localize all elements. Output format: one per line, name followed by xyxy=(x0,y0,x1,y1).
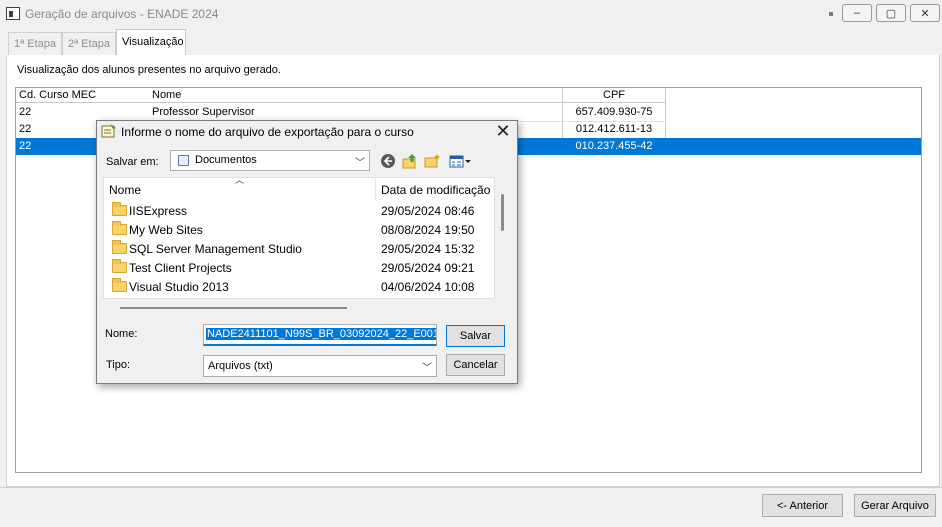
folder-name: SQL Server Management Studio xyxy=(129,242,302,256)
folder-icon xyxy=(112,240,127,254)
back-icon[interactable] xyxy=(379,152,396,169)
horizontal-scrollbar[interactable] xyxy=(120,307,347,309)
dot-icon xyxy=(829,12,833,16)
cell-cpf: 657.409.930-75 xyxy=(575,106,653,118)
cancel-button[interactable]: Cancelar xyxy=(446,354,505,376)
cell-code: 22 xyxy=(19,140,32,152)
view-menu-icon[interactable] xyxy=(449,152,473,169)
column-header-cpf[interactable]: CPF xyxy=(563,88,666,103)
save-in-label: Salvar em: xyxy=(106,156,159,168)
cell-name: Professor Supervisor xyxy=(152,106,255,118)
file-type-value: Arquivos (txt) xyxy=(208,360,273,372)
folder-date: 08/08/2024 19:50 xyxy=(381,223,475,237)
folder-name: Visual Studio 2013 xyxy=(129,280,229,294)
folder-item[interactable]: SQL Server Management Studio 29/05/2024 … xyxy=(109,240,494,259)
column-divider xyxy=(562,103,563,138)
save-button[interactable]: Salvar xyxy=(446,325,505,347)
column-header-name[interactable]: Nome xyxy=(149,88,563,103)
folder-date: 29/05/2024 09:21 xyxy=(381,261,475,275)
save-dialog-icon xyxy=(101,124,116,138)
vertical-scrollbar[interactable] xyxy=(501,194,504,231)
folder-icon xyxy=(112,202,127,216)
close-window-button[interactable]: ✕ xyxy=(910,4,940,22)
cell-code: 22 xyxy=(19,123,32,135)
folder-item[interactable]: Visual Studio 2013 04/06/2024 10:08 xyxy=(109,278,494,297)
panel-description: Visualização dos alunos presentes no arq… xyxy=(17,64,281,76)
folder-icon xyxy=(112,259,127,273)
file-name-input[interactable]: NADE2411101_N99S_BR_03092024_22_E001 xyxy=(203,324,437,346)
tab-visualizacao[interactable]: Visualização xyxy=(116,29,186,56)
new-folder-icon[interactable] xyxy=(424,152,441,169)
dialog-title: Informe o nome do arquivo de exportação … xyxy=(121,125,414,139)
dialog-close-button[interactable]: ✕ xyxy=(493,121,513,141)
generate-file-button[interactable]: Gerar Arquivo xyxy=(854,494,936,517)
cell-cpf: 010.237.455-42 xyxy=(575,140,653,152)
folder-item[interactable]: My Web Sites 08/08/2024 19:50 xyxy=(109,221,494,240)
save-in-value: Documentos xyxy=(195,154,257,166)
maximize-button[interactable]: ▢ xyxy=(876,4,906,22)
folder-name: My Web Sites xyxy=(129,223,203,237)
folder-item[interactable]: IISExpress 29/05/2024 08:46 xyxy=(109,202,494,221)
folder-name: IISExpress xyxy=(129,204,188,218)
file-name-value: NADE2411101_N99S_BR_03092024_22_E001 xyxy=(206,328,436,340)
folder-item[interactable]: Test Client Projects 29/05/2024 09:21 xyxy=(109,259,494,278)
chevron-down-icon[interactable]: ﹀ xyxy=(422,359,432,374)
minimize-button[interactable]: – xyxy=(842,4,872,22)
tab-etapa-2[interactable]: 2ª Etapa xyxy=(62,32,116,55)
up-folder-icon[interactable] xyxy=(401,152,418,169)
file-column-date[interactable]: Data de modificação xyxy=(381,183,490,197)
documents-icon xyxy=(178,155,189,166)
chevron-down-icon[interactable]: ﹀ xyxy=(355,154,365,169)
folder-icon xyxy=(112,278,127,292)
cell-code: 22 xyxy=(19,106,32,118)
tab-etapa-1[interactable]: 1ª Etapa xyxy=(8,32,62,55)
file-type-label: Tipo: xyxy=(106,359,131,371)
folder-date: 29/05/2024 15:32 xyxy=(381,242,475,256)
file-column-name[interactable]: Nome xyxy=(109,183,141,197)
column-divider xyxy=(665,103,666,138)
app-icon xyxy=(6,7,20,20)
sort-ascending-icon: ︿ xyxy=(235,175,245,185)
folder-date: 29/05/2024 08:46 xyxy=(381,204,475,218)
previous-button[interactable]: <- Anterior xyxy=(762,494,843,517)
file-name-label: Nome: xyxy=(105,328,138,340)
table-row[interactable]: 22 Professor Supervisor 657.409.930-75 xyxy=(16,104,921,121)
folder-name: Test Client Projects xyxy=(129,261,232,275)
column-divider[interactable] xyxy=(375,177,376,199)
column-header-code[interactable]: Cd. Curso MEC xyxy=(16,88,152,103)
folder-date: 04/06/2024 10:08 xyxy=(381,280,475,294)
cell-cpf: 012.412.611-13 xyxy=(575,123,653,135)
footer-separator xyxy=(0,487,942,488)
folder-icon xyxy=(112,221,127,235)
window-title: Geração de arquivos - ENADE 2024 xyxy=(25,7,219,21)
